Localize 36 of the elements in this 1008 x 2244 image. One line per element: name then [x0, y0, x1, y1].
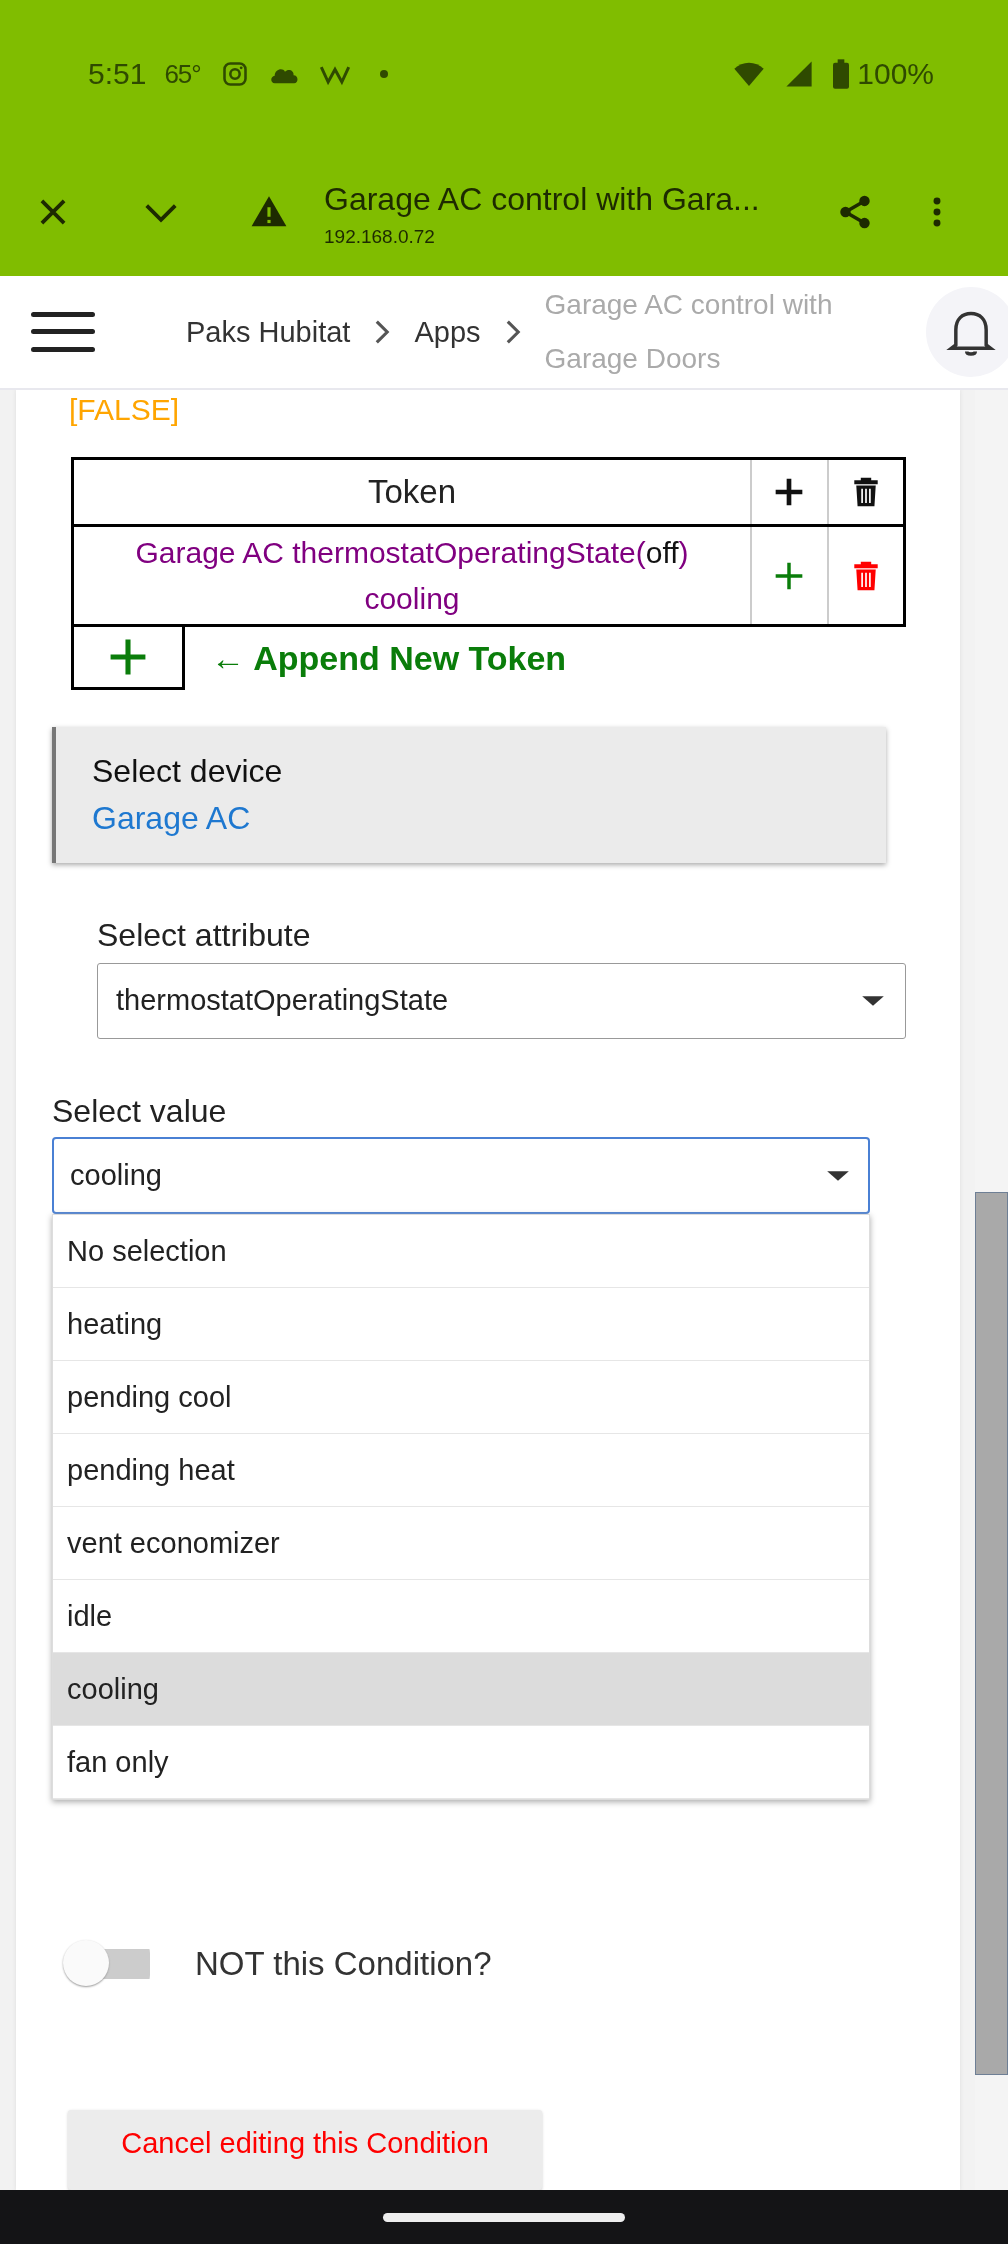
battery-icon [833, 59, 850, 89]
dropdown-option[interactable]: fan only [53, 1726, 869, 1800]
append-label: ← Append New Token [211, 639, 567, 678]
wifi-icon [733, 60, 766, 88]
device-selector[interactable]: Select device Garage AC [52, 727, 886, 863]
attribute-select[interactable]: thermostatOperatingState [97, 962, 906, 1039]
append-button[interactable] [71, 627, 185, 690]
dropdown-option[interactable]: vent economizer [53, 1507, 869, 1581]
dropdown-option[interactable]: heating [53, 1288, 869, 1362]
temperature-text: 65° [164, 58, 201, 90]
battery-text: 100% [857, 57, 934, 91]
plus-icon [109, 638, 147, 676]
breadcrumb-link[interactable]: Apps [414, 315, 481, 349]
result-text: [FALSE] [69, 392, 180, 428]
breadcrumb-link[interactable]: Paks Hubitat [186, 315, 351, 349]
token-text: Garage AC thermostatOperatingState(off) cooling [134, 534, 690, 617]
page-url: 192.168.0.72 [324, 225, 436, 248]
toggle-label: NOT this Condition? [195, 1945, 492, 1984]
status-time: 5:51 [88, 57, 147, 91]
menu-icon[interactable] [31, 310, 95, 354]
caret-icon [861, 994, 885, 1007]
home-indicator[interactable] [383, 2212, 625, 2222]
trash-icon[interactable] [852, 476, 879, 508]
dropdown-option[interactable]: cooling [53, 1653, 869, 1727]
value-select[interactable]: cooling [52, 1137, 870, 1215]
dropdown-option[interactable]: pending cool [53, 1361, 869, 1435]
dot-icon [378, 69, 389, 79]
chevron-right-icon [374, 319, 391, 345]
chevron-right-icon [504, 319, 521, 345]
page-title: Garage AC control with Gara... [324, 180, 761, 218]
dropdown-option[interactable]: No selection [53, 1215, 869, 1289]
field-label: Select value [52, 1092, 227, 1131]
dropdown-option[interactable]: pending heat [53, 1434, 869, 1508]
field-label: Select attribute [97, 915, 311, 955]
caret-icon [826, 1169, 850, 1182]
column-header: Token [72, 458, 751, 526]
